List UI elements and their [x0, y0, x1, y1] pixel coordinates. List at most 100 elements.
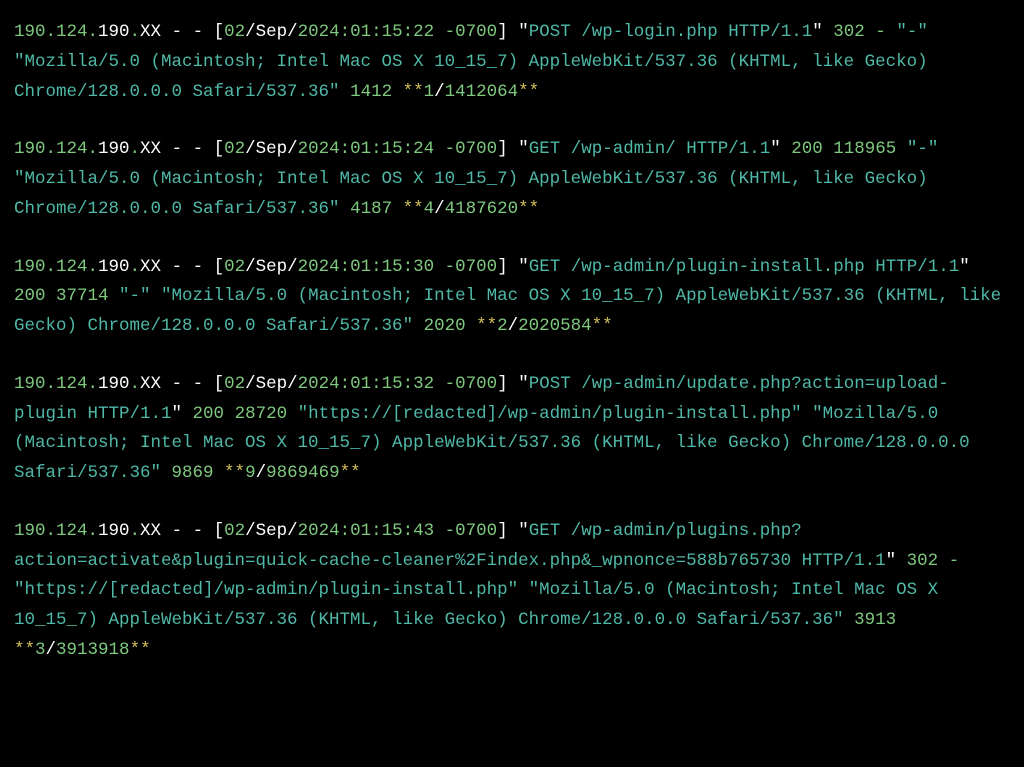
log-token: 1412	[340, 82, 403, 102]
log-token: -	[949, 551, 960, 571]
log-token: **	[518, 82, 539, 102]
log-token: 200	[781, 139, 834, 159]
log-token: - - [	[161, 374, 224, 394]
log-token: XX	[140, 22, 161, 42]
log-token: - - [	[161, 139, 224, 159]
log-token: 200	[14, 286, 56, 306]
log-token: .	[130, 139, 141, 159]
log-token: 190	[98, 257, 130, 277]
log-viewer: 190.124.190.XX - - [02/Sep/2024:01:15:22…	[14, 18, 1010, 666]
log-token: .	[130, 374, 141, 394]
log-token: -0700	[434, 521, 497, 541]
log-token: Sep	[256, 374, 288, 394]
log-token: /	[245, 139, 256, 159]
log-token: -0700	[434, 139, 497, 159]
log-token: "-"	[886, 22, 928, 42]
log-token: "	[518, 22, 529, 42]
log-token: "	[518, 257, 529, 277]
log-token: **	[14, 640, 35, 660]
log-entry: 190.124.190.XX - - [02/Sep/2024:01:15:43…	[14, 517, 1010, 666]
log-entry: 190.124.190.XX - - [02/Sep/2024:01:15:24…	[14, 135, 1010, 224]
log-token: "	[770, 139, 781, 159]
log-token: /	[245, 22, 256, 42]
log-token: /	[245, 521, 256, 541]
log-token: "	[886, 551, 897, 571]
log-token: 2024:01:15:43	[298, 521, 435, 541]
log-token: /	[245, 374, 256, 394]
log-token: 3913	[844, 610, 897, 630]
log-token: GET /wp-admin/plugin-install.php HTTP/1.…	[529, 257, 960, 277]
log-token: 190	[98, 22, 130, 42]
log-token: 190	[98, 139, 130, 159]
log-token: 28720	[235, 404, 288, 424]
log-token: /	[508, 316, 519, 336]
log-token: "	[959, 257, 970, 277]
log-token: /	[287, 257, 298, 277]
log-token: **	[476, 316, 497, 336]
log-token: 302	[823, 22, 876, 42]
log-token: 2024:01:15:24	[298, 139, 435, 159]
log-token: 4187	[340, 199, 403, 219]
log-token: ]	[497, 22, 518, 42]
log-token: "	[518, 374, 529, 394]
log-token: /	[287, 22, 298, 42]
log-token: 2024:01:15:22	[298, 22, 435, 42]
log-token: 190.124.	[14, 521, 98, 541]
log-token: 9	[245, 463, 256, 483]
log-token: **	[224, 463, 245, 483]
log-token: **	[518, 199, 539, 219]
log-token: 190.124.	[14, 139, 98, 159]
log-token: -0700	[434, 374, 497, 394]
log-token: GET /wp-admin/ HTTP/1.1	[529, 139, 771, 159]
log-token: /	[46, 640, 57, 660]
log-token: XX	[140, 139, 161, 159]
log-token: Sep	[256, 22, 288, 42]
log-token: ]	[497, 521, 518, 541]
log-token: 190.124.	[14, 374, 98, 394]
log-token: 02	[224, 257, 245, 277]
log-entry: 190.124.190.XX - - [02/Sep/2024:01:15:22…	[14, 18, 1010, 107]
log-token: Sep	[256, 521, 288, 541]
log-token: -	[875, 22, 886, 42]
log-token: "	[518, 521, 529, 541]
log-token: XX	[140, 521, 161, 541]
log-token: 02	[224, 22, 245, 42]
log-token: /	[287, 374, 298, 394]
log-token: -0700	[434, 22, 497, 42]
log-token: /	[287, 521, 298, 541]
log-token: **	[403, 199, 424, 219]
log-token: 02	[224, 374, 245, 394]
log-token: ]	[497, 257, 518, 277]
log-token: 302	[896, 551, 949, 571]
log-token: 02	[224, 521, 245, 541]
log-token: 190	[98, 521, 130, 541]
log-entry: 190.124.190.XX - - [02/Sep/2024:01:15:32…	[14, 370, 1010, 489]
log-token: - - [	[161, 521, 224, 541]
log-token: 3913918	[56, 640, 130, 660]
log-token: POST /wp-login.php HTTP/1.1	[529, 22, 813, 42]
log-token: 9869469	[266, 463, 340, 483]
log-token: "	[518, 139, 529, 159]
log-token: 190.124.	[14, 257, 98, 277]
log-token: 4	[424, 199, 435, 219]
log-token: XX	[140, 257, 161, 277]
log-token: ]	[497, 139, 518, 159]
log-token: /	[287, 139, 298, 159]
log-token: "	[812, 22, 823, 42]
log-token: 37714	[56, 286, 109, 306]
log-token: Sep	[256, 257, 288, 277]
log-token: Sep	[256, 139, 288, 159]
log-token: 2020584	[518, 316, 592, 336]
log-token: **	[403, 82, 424, 102]
log-token: "https://[redacted]/wp-admin/plugin-inst…	[14, 580, 529, 600]
log-token: /	[245, 257, 256, 277]
log-token: "https://[redacted]/wp-admin/plugin-inst…	[287, 404, 812, 424]
log-token: 118965	[833, 139, 896, 159]
log-token: /	[434, 82, 445, 102]
log-token: 2	[497, 316, 508, 336]
log-token: "-"	[109, 286, 162, 306]
log-token: 1	[424, 82, 435, 102]
log-token: 9869	[161, 463, 224, 483]
log-token: 200	[182, 404, 235, 424]
log-token: ]	[497, 374, 518, 394]
